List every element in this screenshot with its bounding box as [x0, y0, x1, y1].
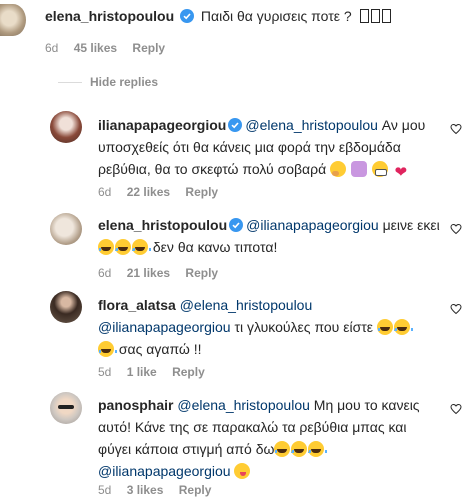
mention-link[interactable]: @ilianapapageorgiou: [98, 319, 231, 335]
mention-link[interactable]: @elena_hristopoulou: [180, 297, 313, 313]
person-shrug-emoji-icon: [350, 161, 367, 177]
mention-link[interactable]: @ilianapapageorgiou: [246, 217, 379, 233]
comment-likes[interactable]: 3 likes: [127, 483, 164, 497]
sunglasses-shape: [58, 405, 74, 409]
reply-button[interactable]: Reply: [179, 483, 212, 497]
comment-username[interactable]: panosphair: [98, 397, 173, 413]
comment-text: φύγει κάποια στιγμή από δω: [98, 441, 275, 457]
mention-link[interactable]: @elena_hristopoulou: [245, 117, 378, 133]
reply-button[interactable]: Reply: [172, 365, 205, 379]
laughing-emoji-icon: [98, 239, 117, 255]
laughing-emoji-icon: [274, 441, 294, 457]
grimace-emoji-icon: [371, 161, 388, 177]
red-heart-emoji-icon: ❤: [394, 164, 408, 181]
avatar[interactable]: [0, 4, 26, 36]
comment-likes[interactable]: 45 likes: [74, 41, 117, 55]
laughing-emoji-icon: [132, 239, 151, 255]
like-heart-icon[interactable]: [450, 303, 462, 315]
comment-text: Αν μου: [381, 117, 426, 133]
comment-likes[interactable]: 1 like: [127, 365, 157, 379]
yum-emoji-icon: [234, 463, 251, 479]
reply-button[interactable]: Reply: [185, 266, 218, 280]
divider: [58, 82, 82, 83]
comment-time[interactable]: 6d: [45, 41, 58, 55]
reply-button[interactable]: Reply: [185, 185, 218, 199]
comment-text: τι γλυκούλες που είστε: [234, 319, 373, 335]
comment-text: δεν θα κανω τιποτα!: [152, 239, 278, 255]
avatar[interactable]: [50, 392, 82, 424]
avatar[interactable]: [50, 213, 82, 245]
comment-time[interactable]: 5d: [98, 483, 111, 497]
comment-text: Μη μου το κανεις: [313, 397, 420, 413]
reply-button[interactable]: Reply: [132, 41, 165, 55]
laughing-emoji-icon: [308, 441, 328, 457]
comment-text: υποσχεθείς ότι θα κάνεις μια φορά την εβ…: [98, 139, 401, 155]
laughing-emoji-icon: [291, 441, 311, 457]
hide-replies-button[interactable]: Hide replies: [90, 75, 158, 89]
comment-username[interactable]: flora_alatsa: [98, 297, 176, 313]
thinking-emoji-icon: [330, 161, 347, 177]
comment-time[interactable]: 6d: [98, 266, 111, 280]
comment-time[interactable]: 5d: [98, 365, 111, 379]
verified-badge-icon: [228, 118, 243, 132]
mention-link[interactable]: @elena_hristopoulou: [177, 397, 310, 413]
comment-text: αυτό! Κάνε της σε παρακαλώ τα ρεβύθια μπ…: [98, 419, 407, 435]
verified-badge-icon: [229, 218, 244, 232]
comment-username[interactable]: ilianapapageorgiou: [98, 117, 226, 133]
comment-username[interactable]: elena_hristopoulou: [45, 8, 174, 24]
laughing-emoji-icon: [115, 239, 134, 255]
comment-likes[interactable]: 22 likes: [127, 185, 170, 199]
laughing-emoji-icon: [393, 319, 413, 335]
comment-text: μεινε εκει: [382, 217, 440, 233]
avatar[interactable]: [50, 291, 82, 323]
comment-time[interactable]: 6d: [98, 185, 111, 199]
like-heart-icon[interactable]: [450, 223, 462, 235]
verified-badge-icon: [180, 9, 195, 23]
comment-text: Παιδι θα γυρισεις ποτε ?: [200, 8, 352, 24]
mention-link[interactable]: @ilianapapageorgiou: [98, 463, 231, 479]
avatar[interactable]: [50, 111, 82, 143]
laughing-emoji-icon: [98, 341, 117, 357]
laughing-emoji-icon: [376, 319, 396, 335]
emoji-placeholder: [359, 8, 393, 24]
comment-likes[interactable]: 21 likes: [127, 266, 170, 280]
comment-username[interactable]: elena_hristopoulou: [98, 217, 227, 233]
like-heart-icon[interactable]: [450, 403, 462, 415]
comment-text: ρεβύθια, θα το σκεφτώ πολύ σοβαρά: [98, 161, 327, 177]
comment-text: σας αγαπώ !!: [118, 341, 202, 357]
like-heart-icon[interactable]: [450, 123, 462, 135]
